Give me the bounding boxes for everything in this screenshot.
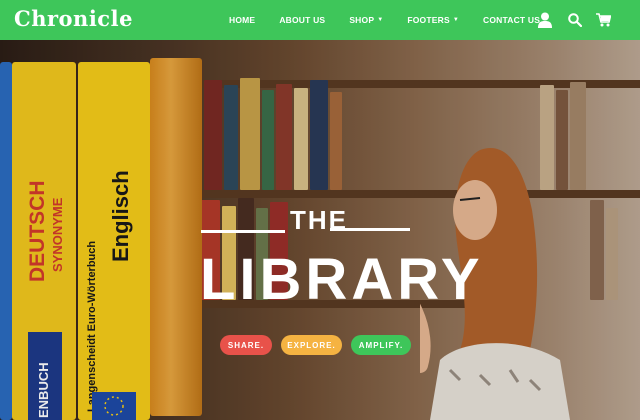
nav-item-label: SHOP [349,15,375,25]
logo[interactable]: Chronicle [14,6,133,31]
nav-item-label: ABOUT US [279,15,326,25]
hero-title-small: THE [290,205,348,235]
nav-item-contact-us[interactable]: CONTACT US [483,15,540,25]
share-button[interactable]: SHARE. [220,335,272,355]
nav-item-shop[interactable]: SHOP ▼ [349,15,383,25]
amplify-button[interactable]: AMPLIFY. [351,335,411,355]
nav-item-label: HOME [229,15,256,25]
nav-item-about-us[interactable]: ABOUT US [279,15,325,25]
explore-button[interactable]: EXPLORE. [281,335,342,355]
navbar: Chronicle HOME ABOUT US SHOP ▼ FOOTERS ▼… [0,0,640,40]
caret-down-icon: ▼ [452,17,459,23]
nav-item-label: FOOTERS [407,15,450,25]
caret-down-icon: ▼ [377,17,384,23]
hero-title-big: LIBRARY [200,247,484,312]
nav-links: HOME ABOUT US SHOP ▼ FOOTERS ▼ CONTACT U… [229,0,540,40]
nav-item-home[interactable]: HOME [229,15,255,25]
cart-icon[interactable] [596,13,611,27]
title-line-left [201,230,285,233]
user-icon[interactable] [538,12,552,28]
nav-icons [538,0,611,40]
search-icon[interactable] [568,13,582,27]
nav-item-footers[interactable]: FOOTERS ▼ [407,15,459,25]
nav-item-label: CONTACT US [482,15,541,25]
hero-banner: DEUTSCH SYNONYME ENBUCH Englisch Langens… [0,40,640,420]
